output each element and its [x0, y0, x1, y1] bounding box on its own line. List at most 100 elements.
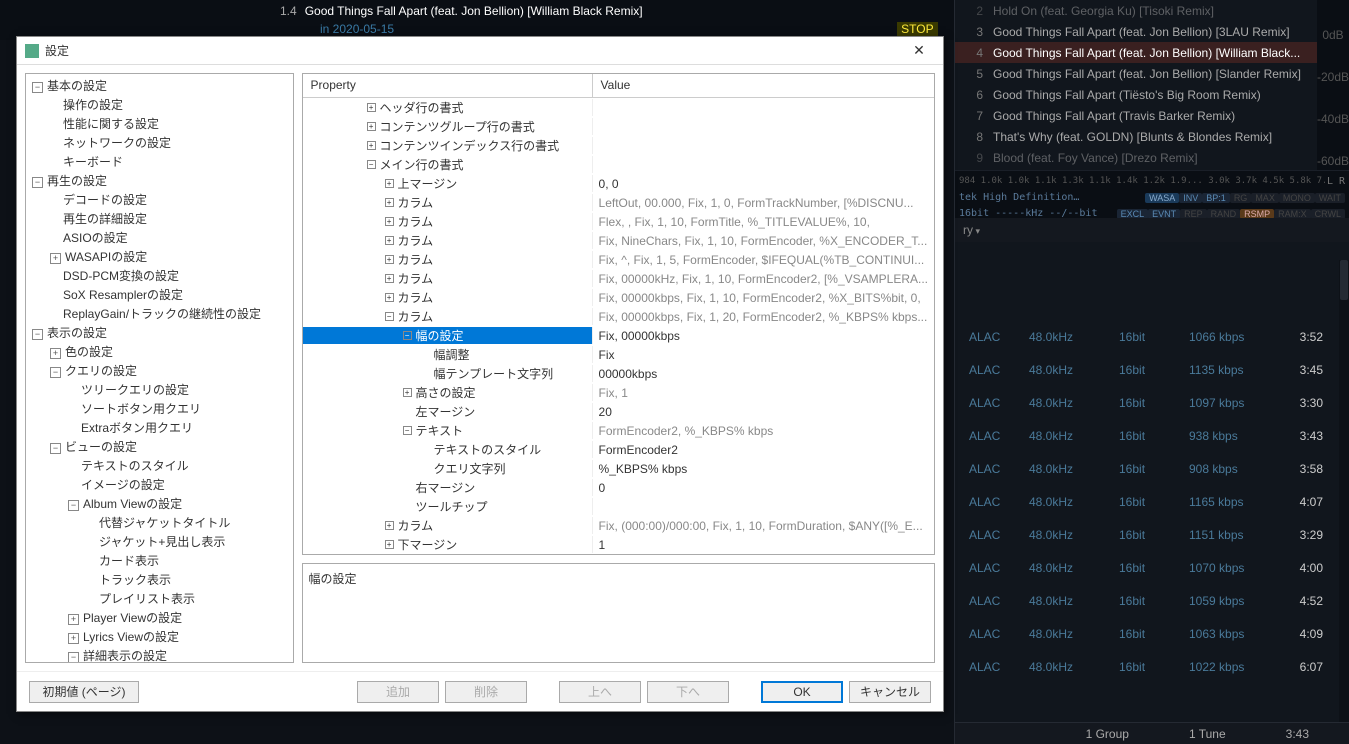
add-button[interactable]: 追加: [357, 681, 439, 703]
scrollbar[interactable]: [1339, 260, 1349, 722]
grid-row[interactable]: +ヘッダ行の書式: [303, 98, 934, 117]
grid-row[interactable]: +コンテンツグループ行の書式: [303, 117, 934, 136]
expand-icon[interactable]: +: [385, 521, 394, 530]
grid-row[interactable]: 左マージン20: [303, 402, 934, 421]
expand-icon[interactable]: +: [385, 236, 394, 245]
expand-icon[interactable]: +: [385, 274, 394, 283]
filter-row[interactable]: ry: [955, 218, 1349, 242]
tree-node[interactable]: 操作の設定: [26, 95, 293, 114]
tree-node[interactable]: デコードの設定: [26, 190, 293, 209]
expand-icon[interactable]: −: [50, 367, 61, 378]
defaults-button[interactable]: 初期値 (ページ): [29, 681, 139, 703]
tree-node[interactable]: −ビューの設定: [26, 437, 293, 456]
expand-icon[interactable]: +: [50, 253, 61, 264]
tree-node[interactable]: ネットワークの設定: [26, 133, 293, 152]
tree-node[interactable]: −基本の設定: [26, 76, 293, 95]
tech-row[interactable]: ALAC48.0kHz16bit1063 kbps4:09: [955, 617, 1337, 650]
settings-tree[interactable]: −基本の設定操作の設定性能に関する設定ネットワークの設定キーボード−再生の設定デ…: [25, 73, 294, 663]
playlist-row[interactable]: 9Blood (feat. Foy Vance) [Drezo Remix]4:…: [955, 147, 1349, 168]
grid-row[interactable]: 右マージン0: [303, 478, 934, 497]
down-button[interactable]: 下へ: [647, 681, 729, 703]
grid-row[interactable]: +カラムFix, 00000kbps, Fix, 1, 10, FormEnco…: [303, 288, 934, 307]
close-icon[interactable]: ✕: [903, 42, 935, 59]
expand-icon[interactable]: −: [68, 500, 79, 511]
tech-row[interactable]: ALAC48.0kHz16bit1022 kbps6:07: [955, 650, 1337, 683]
tree-node[interactable]: Extraボタン用クエリ: [26, 418, 293, 437]
dialog-titlebar[interactable]: 設定 ✕: [17, 37, 943, 65]
tree-node[interactable]: キーボード: [26, 152, 293, 171]
expand-icon[interactable]: +: [385, 179, 394, 188]
expand-icon[interactable]: −: [403, 426, 412, 435]
tech-row[interactable]: ALAC48.0kHz16bit1135 kbps3:45: [955, 353, 1337, 386]
tree-node[interactable]: +色の設定: [26, 342, 293, 361]
grid-row[interactable]: −テキストFormEncoder2, %_KBPS% kbps: [303, 421, 934, 440]
tree-node[interactable]: −クエリの設定: [26, 361, 293, 380]
tech-row[interactable]: ALAC48.0kHz16bit1165 kbps4:07: [955, 485, 1337, 518]
grid-row[interactable]: 幅テンプレート文字列00000kbps: [303, 364, 934, 383]
expand-icon[interactable]: +: [367, 141, 376, 150]
expand-icon[interactable]: −: [50, 443, 61, 454]
tech-row[interactable]: ALAC48.0kHz16bit908 kbps3:58: [955, 452, 1337, 485]
ok-button[interactable]: OK: [761, 681, 843, 703]
tree-node[interactable]: −詳細表示の設定: [26, 646, 293, 663]
tree-node[interactable]: トラック表示: [26, 570, 293, 589]
expand-icon[interactable]: +: [385, 293, 394, 302]
playlist-row[interactable]: 3Good Things Fall Apart (feat. Jon Belli…: [955, 21, 1349, 42]
tree-node[interactable]: +Player Viewの設定: [26, 608, 293, 627]
grid-row[interactable]: +下マージン1: [303, 535, 934, 554]
grid-row[interactable]: +上マージン0, 0: [303, 174, 934, 193]
grid-row[interactable]: −カラムFix, 00000kbps, Fix, 1, 20, FormEnco…: [303, 307, 934, 326]
expand-icon[interactable]: +: [385, 255, 394, 264]
tree-node[interactable]: −表示の設定: [26, 323, 293, 342]
playlist-row[interactable]: 6Good Things Fall Apart (Tiësto's Big Ro…: [955, 84, 1349, 105]
tree-node[interactable]: テキストのスタイル: [26, 456, 293, 475]
tree-node[interactable]: ソートボタン用クエリ: [26, 399, 293, 418]
playlist-row[interactable]: 7Good Things Fall Apart (Travis Barker R…: [955, 105, 1349, 126]
grid-row[interactable]: +高さの設定Fix, 1: [303, 383, 934, 402]
tree-node[interactable]: プレイリスト表示: [26, 589, 293, 608]
grid-row[interactable]: +カラムFlex, , Fix, 1, 10, FormTitle, %_TIT…: [303, 212, 934, 231]
up-button[interactable]: 上へ: [559, 681, 641, 703]
tech-row[interactable]: ALAC48.0kHz16bit938 kbps3:43: [955, 419, 1337, 452]
tree-node[interactable]: ジャケット+見出し表示: [26, 532, 293, 551]
expand-icon[interactable]: +: [385, 217, 394, 226]
grid-row[interactable]: +カラムFix, ^, Fix, 1, 5, FormEncoder, $IFE…: [303, 250, 934, 269]
playlist-row[interactable]: 8That's Why (feat. GOLDN) [Blunts & Blon…: [955, 126, 1349, 147]
tree-node[interactable]: 代替ジャケットタイトル: [26, 513, 293, 532]
tech-row[interactable]: ALAC48.0kHz16bit1070 kbps4:00: [955, 551, 1337, 584]
tree-node[interactable]: +WASAPIの設定: [26, 247, 293, 266]
expand-icon[interactable]: −: [32, 329, 43, 340]
expand-icon[interactable]: −: [68, 652, 79, 663]
tree-node[interactable]: ReplayGain/トラックの継続性の設定: [26, 304, 293, 323]
expand-icon[interactable]: −: [367, 160, 376, 169]
grid-row[interactable]: 幅調整Fix: [303, 345, 934, 364]
tree-node[interactable]: DSD-PCM変換の設定: [26, 266, 293, 285]
grid-row[interactable]: +カラムFix, (000:00)/000:00, Fix, 1, 10, Fo…: [303, 516, 934, 535]
tree-node[interactable]: 再生の詳細設定: [26, 209, 293, 228]
tree-node[interactable]: イメージの設定: [26, 475, 293, 494]
grid-row[interactable]: ツールチップ: [303, 497, 934, 516]
playlist-row[interactable]: 2Hold On (feat. Georgia Ku) [Tisoki Remi…: [955, 0, 1349, 21]
tree-node[interactable]: SoX Resamplerの設定: [26, 285, 293, 304]
expand-icon[interactable]: +: [367, 122, 376, 131]
expand-icon[interactable]: +: [385, 198, 394, 207]
expand-icon[interactable]: +: [403, 388, 412, 397]
scrollbar-thumb[interactable]: [1340, 260, 1348, 300]
tech-row[interactable]: ALAC48.0kHz16bit1151 kbps3:29: [955, 518, 1337, 551]
expand-icon[interactable]: +: [385, 540, 394, 549]
expand-icon[interactable]: −: [32, 82, 43, 93]
tree-node[interactable]: ASIOの設定: [26, 228, 293, 247]
playlist-row[interactable]: 4Good Things Fall Apart (feat. Jon Belli…: [955, 42, 1349, 63]
expand-icon[interactable]: −: [385, 312, 394, 321]
tech-row[interactable]: ALAC48.0kHz16bit1066 kbps3:52: [955, 320, 1337, 353]
grid-row[interactable]: +カラムLeftOut, 00.000, Fix, 1, 0, FormTrac…: [303, 193, 934, 212]
grid-row[interactable]: クエリ文字列%_KBPS% kbps: [303, 459, 934, 478]
expand-icon[interactable]: +: [68, 614, 79, 625]
delete-button[interactable]: 削除: [445, 681, 527, 703]
expand-icon[interactable]: +: [367, 103, 376, 112]
tree-node[interactable]: −再生の設定: [26, 171, 293, 190]
grid-row[interactable]: +カラムFix, 00000kHz, Fix, 1, 10, FormEncod…: [303, 269, 934, 288]
grid-row[interactable]: +カラムFix, NineChars, Fix, 1, 10, FormEnco…: [303, 231, 934, 250]
tree-node[interactable]: ツリークエリの設定: [26, 380, 293, 399]
playlist-row[interactable]: 5Good Things Fall Apart (feat. Jon Belli…: [955, 63, 1349, 84]
